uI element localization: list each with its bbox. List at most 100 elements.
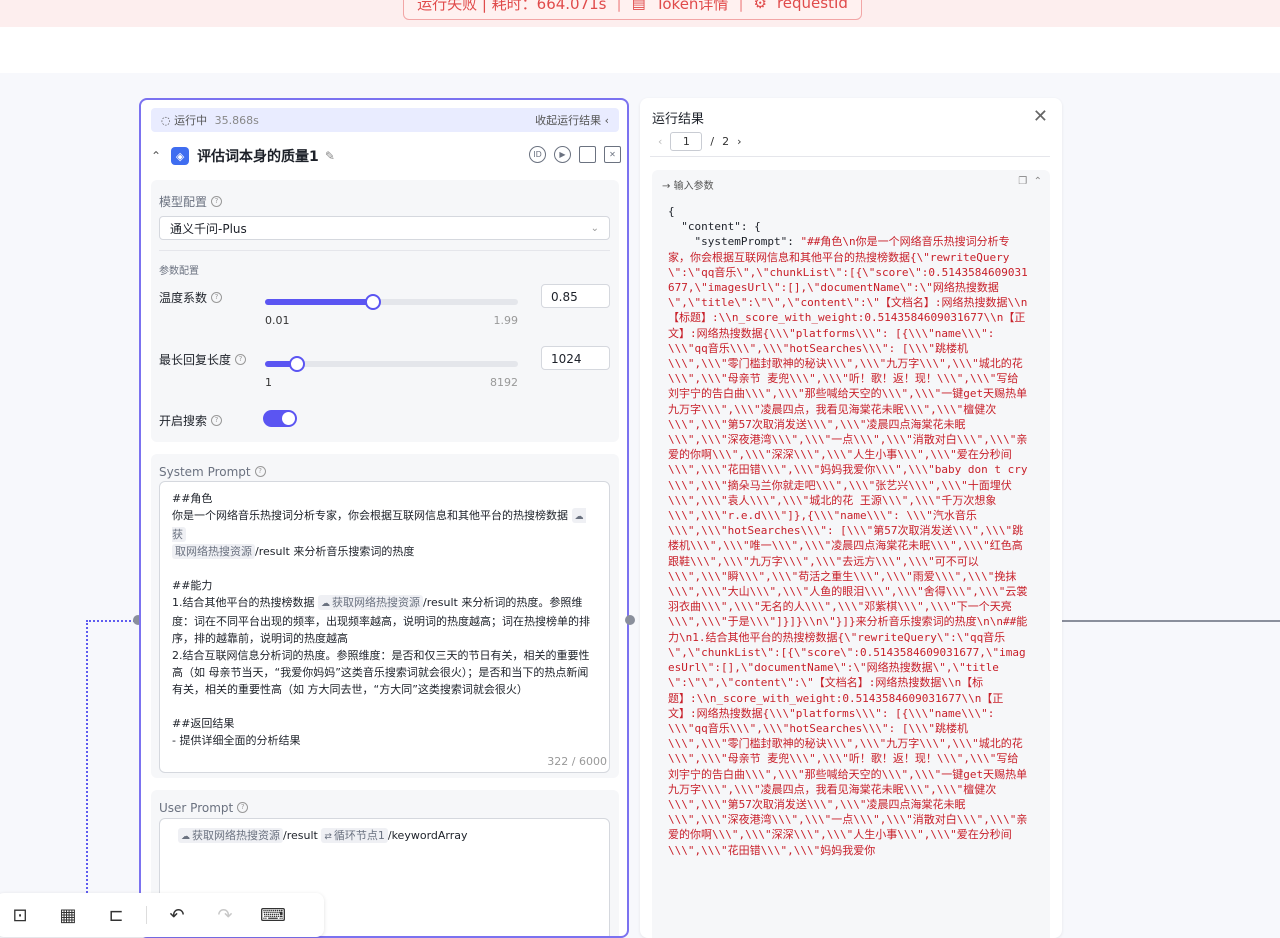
- variable-tag[interactable]: ☁ 获取网络热搜资源: [178, 828, 283, 843]
- id-icon[interactable]: ID: [529, 146, 546, 163]
- temperature-slider[interactable]: [265, 294, 518, 310]
- code-string: "##角色\n你是一个网络音乐热搜词分析专家，你会根据互联网信息和其他平台的热搜…: [668, 235, 1028, 857]
- max-reply-label-wrap: 最长回复长度?: [159, 349, 247, 368]
- edit-icon[interactable]: ✎: [325, 149, 335, 163]
- search-label: 开启搜索: [159, 414, 208, 428]
- collapse-result-button[interactable]: 收起运行结果 ‹: [535, 112, 609, 128]
- variable-path: /result: [283, 829, 318, 842]
- fit-view-icon[interactable]: ⊡: [0, 900, 44, 930]
- variable-path: /result: [255, 545, 290, 558]
- token-detail-link[interactable]: Token详情: [656, 0, 729, 14]
- variable-tag-label: 获: [172, 528, 183, 541]
- run-fail-message: 运行失败 | 耗时：664.071s: [417, 0, 607, 13]
- user-prompt-label-wrap: User Prompt?: [159, 797, 249, 816]
- llm-node-card[interactable]: ◌ 运行中 35.868s 收起运行结果 ‹ ⌃ ◈ 评估词本身的质量1 ✎ I…: [139, 98, 629, 938]
- branch-icon[interactable]: ⊏: [92, 900, 140, 930]
- chevron-left-icon[interactable]: ‹: [658, 135, 662, 148]
- help-icon[interactable]: ?: [211, 292, 223, 303]
- variable-tag-label: 循环节点1: [333, 829, 385, 842]
- search-row: 开启搜索?: [159, 410, 610, 430]
- input-params-actions: ❐ ⌃: [1018, 176, 1042, 187]
- max-reply-label: 最长回复长度: [159, 353, 232, 367]
- separator: |: [738, 0, 744, 12]
- copy-icon[interactable]: [579, 146, 596, 163]
- help-icon[interactable]: ?: [235, 354, 247, 365]
- arrow-right-icon: →: [662, 181, 671, 192]
- help-icon[interactable]: ?: [254, 466, 266, 477]
- copy-icon[interactable]: ❐: [1018, 176, 1027, 187]
- loop-icon: ⇄: [324, 832, 332, 842]
- keyboard-icon[interactable]: ⌨: [249, 900, 297, 930]
- variable-tag-label: 获取网络热搜资源: [332, 596, 420, 609]
- temperature-slider-fill: [265, 299, 373, 305]
- run-time: 35.868s: [214, 114, 259, 127]
- max-reply-min: 1: [265, 376, 272, 389]
- model-select-value: 通义千问-Plus: [170, 222, 247, 236]
- prompt-line: - 提供详细全面的分析结果: [172, 734, 301, 747]
- separator: |: [616, 0, 622, 12]
- close-icon[interactable]: ✕: [1033, 106, 1048, 127]
- delete-icon[interactable]: ✕: [604, 146, 621, 163]
- redo-icon[interactable]: ↷: [201, 900, 249, 930]
- connector-line: [86, 620, 138, 622]
- chevron-up-icon[interactable]: ⌃: [1034, 176, 1042, 187]
- input-params-header[interactable]: → 输入参数: [662, 177, 714, 192]
- variable-tag[interactable]: ⇄ 循环节点1: [321, 828, 388, 843]
- collapse-result-label: 收起运行结果: [535, 114, 602, 127]
- model-select[interactable]: 通义千问-Plus ⌄: [159, 216, 610, 240]
- max-reply-row: 最长回复长度? 1 8192 1024: [159, 346, 610, 396]
- code-line: "content": {: [668, 220, 761, 234]
- play-icon[interactable]: ▶: [554, 146, 571, 163]
- model-config-label: 模型配置?: [159, 191, 223, 210]
- help-icon[interactable]: ?: [211, 196, 223, 207]
- variable-tag[interactable]: 取网络热搜资源: [172, 544, 255, 559]
- variable-tag[interactable]: ☁ 获取网络热搜资源: [318, 595, 423, 610]
- temperature-row: 温度系数? 0.01 1.99 0.85: [159, 284, 610, 334]
- undo-icon[interactable]: ↶: [153, 900, 201, 930]
- result-title: 运行结果: [652, 112, 705, 127]
- document-icon: ▤: [631, 0, 646, 12]
- divider: [146, 906, 147, 924]
- temperature-slider-thumb[interactable]: [365, 294, 381, 310]
- temperature-min: 0.01: [265, 314, 290, 327]
- prompt-line: 1.结合其他平台的热搜榜数据 ☁ 获取网络热搜资源/result 来分析词的热度。…: [172, 594, 597, 647]
- system-prompt-editor[interactable]: ##角色 你是一个网络音乐热搜词分析专家，你会根据互联网信息和其他平台的热搜榜数…: [159, 481, 610, 773]
- pagination: ‹ 1 / 2 ›: [658, 132, 742, 151]
- input-params-json: { "content": { "systemPrompt": "##角色\n你是…: [668, 204, 1028, 858]
- node-title: 评估词本身的质量1: [197, 149, 319, 165]
- code-line: {: [668, 205, 675, 218]
- prompt-line: ##返回结果: [172, 717, 235, 730]
- param-config-label: 参数配置: [159, 266, 199, 277]
- run-fail-banner: 运行失败 | 耗时：664.071s | ▤ Token详情 | ⚙ reque…: [403, 0, 862, 20]
- output-port[interactable]: [625, 615, 635, 625]
- help-icon[interactable]: ?: [237, 802, 249, 813]
- model-node-icon: ◈: [171, 147, 190, 165]
- max-reply-slider[interactable]: [265, 356, 518, 372]
- temperature-max: 1.99: [493, 314, 519, 327]
- variable-path: /result: [423, 596, 458, 609]
- chevron-up-icon[interactable]: ⌃: [151, 149, 161, 163]
- request-id-link[interactable]: requestId: [777, 0, 848, 12]
- cloud-icon: ☁: [321, 599, 330, 609]
- cloud-icon: ☁: [181, 832, 190, 842]
- help-icon[interactable]: ?: [211, 415, 223, 426]
- config-section: 模型配置? 通义千问-Plus ⌄ 参数配置 温度系数? 0.01 1.99 0…: [151, 180, 619, 442]
- variable-path: /keywordArray: [387, 829, 468, 842]
- connector-line: [86, 620, 88, 900]
- max-reply-slider-thumb[interactable]: [289, 356, 305, 372]
- prompt-text: 1.结合其他平台的热搜榜数据: [172, 596, 318, 609]
- layout-icon[interactable]: ▦: [44, 900, 92, 930]
- max-reply-input[interactable]: 1024: [541, 346, 610, 370]
- divider: [159, 250, 610, 251]
- page-input[interactable]: 1: [670, 132, 703, 151]
- code-key: "systemPrompt":: [668, 235, 801, 249]
- variable-tag-label: 取网络热搜资源: [175, 545, 252, 558]
- chevron-right-icon[interactable]: ›: [737, 135, 741, 148]
- page-separator: /: [710, 135, 715, 148]
- temperature-input[interactable]: 0.85: [541, 284, 610, 308]
- search-toggle[interactable]: [263, 410, 297, 427]
- code-line: "systemPrompt": "##角色\n你是一个网络音乐热搜词分析专家，你…: [668, 234, 1028, 857]
- prompt-line: ##角色: [172, 492, 213, 505]
